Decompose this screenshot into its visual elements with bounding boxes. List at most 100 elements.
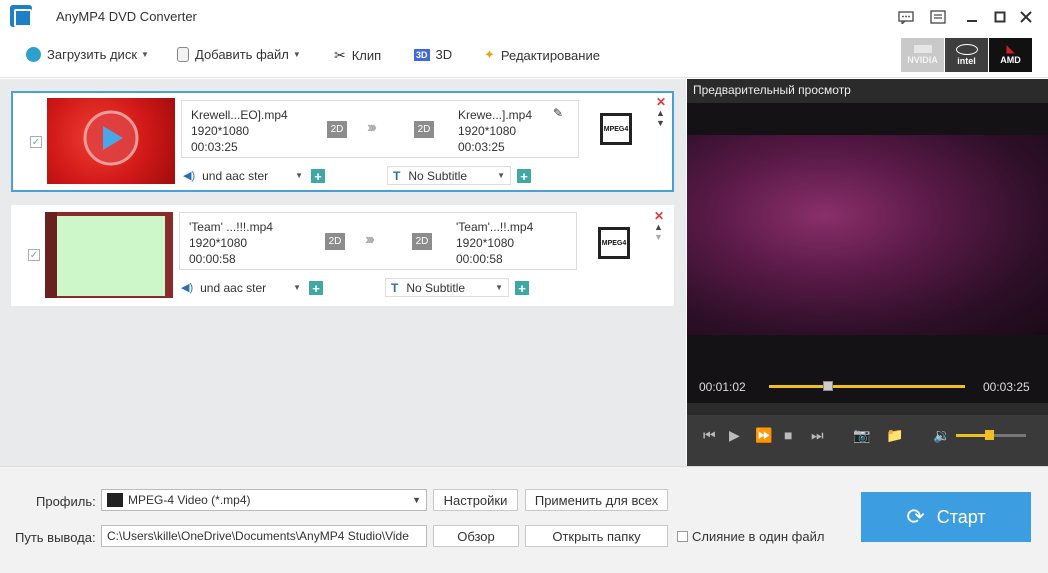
source-resolution: 1920*1080: [189, 236, 248, 250]
speaker-icon: ◀): [183, 170, 196, 182]
move-down-icon[interactable]: ▼: [654, 233, 663, 242]
3d-button[interactable]: 3D 3D: [414, 47, 452, 62]
video-thumbnail[interactable]: [47, 98, 175, 184]
volume-handle[interactable]: [984, 430, 994, 440]
preview-panel: Предварительный просмотр 00:01:02 00:03:…: [687, 79, 1048, 466]
load-disc-button[interactable]: Загрузить диск ▼: [26, 47, 149, 62]
nvidia-label: NVIDIA: [907, 54, 938, 65]
seek-handle[interactable]: [822, 381, 833, 391]
start-button[interactable]: ⟳ Старт: [861, 492, 1031, 542]
browse-button[interactable]: Обзор: [433, 525, 519, 547]
3d-icon: 3D: [414, 48, 430, 61]
intel-badge[interactable]: intel: [945, 38, 988, 72]
remove-file-icon[interactable]: ✕: [654, 209, 664, 223]
close-icon[interactable]: [1016, 8, 1036, 26]
chevron-down-icon: ▼: [293, 283, 301, 292]
fast-forward-icon[interactable]: ⏩: [755, 427, 772, 444]
nvidia-badge[interactable]: NVIDIA: [901, 38, 944, 72]
subtitle-label: No Subtitle: [406, 280, 466, 295]
volume-icon[interactable]: 🔉: [933, 427, 950, 444]
folder-icon[interactable]: 📁: [886, 427, 903, 444]
title-bar: AnyMP4 DVD Converter: [0, 0, 1048, 34]
subtitle-label: No Subtitle: [408, 168, 468, 183]
audio-track-select[interactable]: ◀) und aac ster ▼: [183, 166, 303, 185]
source-duration: 00:03:25: [191, 140, 238, 154]
text-icon: T: [391, 280, 399, 295]
open-folder-button[interactable]: Открыть папку: [525, 525, 668, 547]
merge-checkbox[interactable]: [677, 531, 688, 542]
play-icon[interactable]: [47, 98, 175, 184]
clip-label: Клип: [351, 48, 382, 63]
preview-title: Предварительный просмотр: [693, 83, 851, 97]
clip-button[interactable]: ✂ Клип: [334, 47, 381, 64]
profile-select[interactable]: MPEG-4 Video (*.mp4) ▼: [101, 489, 427, 511]
file-row[interactable]: ✓ 'Team' ...!!!.mp4 1920*1080 00:00:58 2…: [11, 205, 674, 306]
2d-badge-source: 2D: [325, 233, 345, 250]
skip-forward-icon[interactable]: ⏭: [811, 427, 824, 444]
file-row[interactable]: ✓ Krewell...EO].mp4 1920*1080 00:03:25 2…: [11, 91, 674, 192]
intel-label: intel: [957, 55, 976, 66]
output-path-field[interactable]: C:\Users\kille\OneDrive\Documents\AnyMP4…: [101, 525, 427, 547]
subtitle-select[interactable]: T No Subtitle ▼: [385, 278, 509, 297]
add-audio-button[interactable]: +: [309, 281, 323, 295]
file-checkbox[interactable]: ✓: [30, 136, 42, 148]
video-frame[interactable]: [687, 103, 1048, 403]
convert-arrows-icon: ›››: [365, 231, 375, 248]
apply-all-button[interactable]: Применить для всех: [525, 489, 668, 511]
edit-button[interactable]: ✦ Редактирование: [484, 47, 600, 63]
player-controls: ⏮ ▶ ⏩ ■ ⏭ 📷 📁 🔉: [687, 415, 1048, 466]
audio-track-select[interactable]: ◀) und aac ster ▼: [181, 278, 301, 297]
feedback-icon[interactable]: [896, 8, 916, 26]
audio-track-label: und aac ster: [202, 168, 269, 183]
skip-back-icon[interactable]: ⏮: [703, 427, 716, 444]
maximize-icon[interactable]: [990, 8, 1010, 26]
2d-badge-source: 2D: [327, 121, 347, 138]
amd-badge[interactable]: ◣ AMD: [989, 38, 1032, 72]
start-label: Старт: [936, 506, 986, 527]
source-duration: 00:00:58: [189, 252, 236, 266]
chevron-down-icon: ▼: [295, 171, 303, 180]
rename-pencil-icon[interactable]: ✎: [553, 106, 563, 120]
disc-add-icon: [26, 47, 41, 62]
chevron-down-icon: ▼: [292, 50, 301, 59]
subtitle-select[interactable]: T No Subtitle ▼: [387, 166, 511, 185]
output-file-name: Krewe...].mp4: [458, 108, 533, 122]
chevron-down-icon: ▼: [412, 495, 421, 505]
play-icon[interactable]: ▶: [729, 427, 740, 444]
video-thumbnail[interactable]: [45, 212, 173, 298]
remove-file-icon[interactable]: ✕: [656, 95, 666, 109]
chevron-down-icon: ▼: [495, 283, 503, 292]
add-audio-button[interactable]: +: [311, 169, 325, 183]
add-subtitle-button[interactable]: +: [515, 281, 529, 295]
mpeg4-format-icon[interactable]: MPEG4: [600, 113, 632, 145]
output-path-label: Путь вывода:: [15, 530, 96, 545]
seek-bar[interactable]: [769, 385, 965, 388]
load-disc-label: Загрузить диск: [47, 47, 138, 62]
edit-label: Редактирование: [500, 47, 600, 63]
settings-button[interactable]: Настройки: [433, 489, 518, 511]
stop-icon[interactable]: ■: [784, 427, 792, 443]
mpeg-profile-icon: [107, 493, 123, 507]
menu-icon[interactable]: [928, 8, 948, 26]
source-file-name: Krewell...EO].mp4: [191, 108, 288, 122]
app-logo-icon: [10, 5, 32, 27]
file-checkbox[interactable]: ✓: [28, 249, 40, 261]
minimize-icon[interactable]: [962, 8, 982, 26]
mpeg4-format-icon[interactable]: MPEG4: [598, 227, 630, 259]
move-up-icon[interactable]: ▲: [654, 223, 663, 232]
format-icon-label: MPEG4: [603, 125, 629, 133]
output-resolution: 1920*1080: [458, 124, 517, 138]
audio-track-label: und aac ster: [200, 280, 267, 295]
camera-icon[interactable]: 📷: [853, 427, 870, 444]
file-info-box: Krewell...EO].mp4 1920*1080 00:03:25 2D …: [181, 100, 579, 158]
scissors-icon: ✂: [334, 47, 346, 63]
total-time: 00:03:25: [983, 380, 1030, 394]
source-resolution: 1920*1080: [191, 124, 250, 138]
move-up-icon[interactable]: ▲: [656, 109, 665, 118]
merge-label: Слияние в один файл: [692, 529, 825, 544]
add-file-button[interactable]: Добавить файл ▼: [177, 47, 301, 62]
move-down-icon[interactable]: ▼: [656, 119, 665, 128]
intel-logo-icon: [955, 43, 978, 55]
add-subtitle-button[interactable]: +: [517, 169, 531, 183]
source-file-name: 'Team' ...!!!.mp4: [189, 220, 273, 234]
